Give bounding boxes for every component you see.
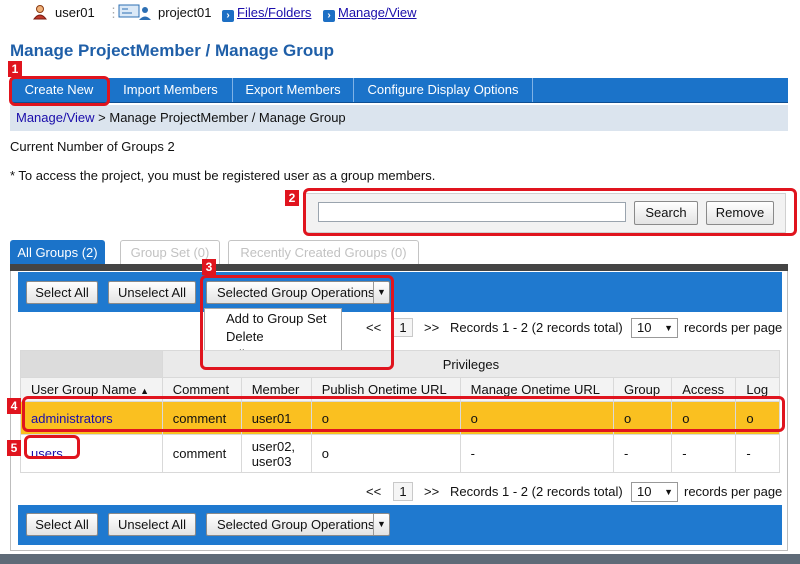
- per-page-select-top[interactable]: 10 ▼: [631, 318, 678, 338]
- sort-ascending-icon: ▲: [140, 386, 150, 396]
- per-page-select-bottom[interactable]: 10 ▼: [631, 482, 678, 502]
- annotation-box-2: [303, 188, 797, 236]
- cell-group: -: [612, 434, 673, 473]
- cell-comment: comment: [161, 434, 242, 473]
- annotation-box-3: [200, 275, 394, 370]
- annotation-badge-2: 2: [285, 190, 299, 206]
- chevron-down-icon: ▼: [664, 487, 673, 497]
- records-summary-bottom: Records 1 - 2 (2 records total): [450, 484, 623, 499]
- tab-recently-created-groups[interactable]: Recently Created Groups (0): [228, 240, 419, 264]
- files-folders-link-wrap[interactable]: › Files/Folders: [222, 5, 311, 22]
- annotation-badge-5: 5: [7, 440, 21, 456]
- annotation-box-1: [9, 76, 110, 106]
- current-project: project01: [158, 5, 212, 20]
- prev-page-link-bottom[interactable]: <<: [366, 484, 381, 499]
- next-page-link[interactable]: >>: [424, 320, 439, 335]
- unselect-all-button-top[interactable]: Unselect All: [108, 281, 196, 304]
- project-icon: [118, 4, 151, 20]
- annotation-box-5: [24, 435, 80, 459]
- page-title: Manage ProjectMember / Manage Group: [10, 41, 335, 60]
- cell-log: -: [735, 434, 780, 473]
- user-icon: [32, 5, 48, 20]
- annotation-badge-1: 1: [8, 61, 22, 77]
- export-members-button[interactable]: Export Members: [233, 78, 354, 102]
- group-ops-label: Selected Group Operations: [217, 517, 375, 532]
- manage-view-link-wrap[interactable]: › Manage/View: [323, 5, 417, 22]
- cell-access: -: [671, 434, 737, 473]
- chevron-down-icon: ▼: [373, 514, 389, 535]
- breadcrumb-manage-view-link[interactable]: Manage/View: [16, 110, 95, 125]
- access-note: * To access the project, you must be reg…: [10, 168, 436, 183]
- top-bar: user01 ⋮ project01 › Files/Folders › Manag…: [0, 0, 800, 26]
- select-all-button-bottom[interactable]: Select All: [26, 513, 98, 536]
- annotation-badge-3: 3: [202, 259, 216, 275]
- import-members-button[interactable]: Import Members: [109, 78, 233, 102]
- per-page-label: records per page: [684, 320, 783, 335]
- cell-publish: o: [310, 434, 461, 473]
- breadcrumb-current: > Manage ProjectMember / Manage Group: [94, 110, 346, 125]
- cell-manage: -: [459, 434, 614, 473]
- tab-all-groups[interactable]: All Groups (2): [10, 240, 105, 264]
- header-spacer: [20, 350, 163, 378]
- next-page-link-bottom[interactable]: >>: [424, 484, 439, 499]
- records-summary: Records 1 - 2 (2 records total): [450, 320, 623, 335]
- chevron-right-icon: ›: [222, 10, 234, 22]
- current-user: user01: [55, 5, 95, 20]
- unselect-all-button-bottom[interactable]: Unselect All: [108, 513, 196, 536]
- manage-view-link[interactable]: Manage/View: [338, 5, 417, 20]
- per-page-label-bottom: records per page: [684, 484, 783, 499]
- breadcrumb: Manage/View > Manage ProjectMember / Man…: [10, 105, 788, 131]
- current-page[interactable]: 1: [393, 318, 413, 337]
- files-folders-link[interactable]: Files/Folders: [237, 5, 311, 20]
- group-count: Current Number of Groups 2: [10, 139, 175, 154]
- annotation-badge-4: 4: [7, 398, 21, 414]
- per-page-value: 10: [637, 320, 652, 335]
- selected-group-operations-button-bottom[interactable]: Selected Group Operations ▼: [206, 513, 390, 536]
- current-page-bottom[interactable]: 1: [393, 482, 413, 501]
- tab-divider: [10, 264, 788, 271]
- select-all-button-top[interactable]: Select All: [26, 281, 98, 304]
- menu-bar: Create New Import Members Export Members…: [10, 78, 788, 103]
- cell-member: user02, user03: [240, 434, 312, 473]
- footer-bar: [0, 554, 800, 564]
- chevron-down-icon: ▼: [664, 323, 673, 333]
- chevron-right-icon: ›: [323, 10, 335, 22]
- table-row[interactable]: users comment user02, user03 o - - - -: [20, 434, 780, 473]
- annotation-box-4: [22, 396, 785, 432]
- per-page-value: 10: [637, 484, 652, 499]
- configure-display-options-button[interactable]: Configure Display Options: [354, 78, 533, 102]
